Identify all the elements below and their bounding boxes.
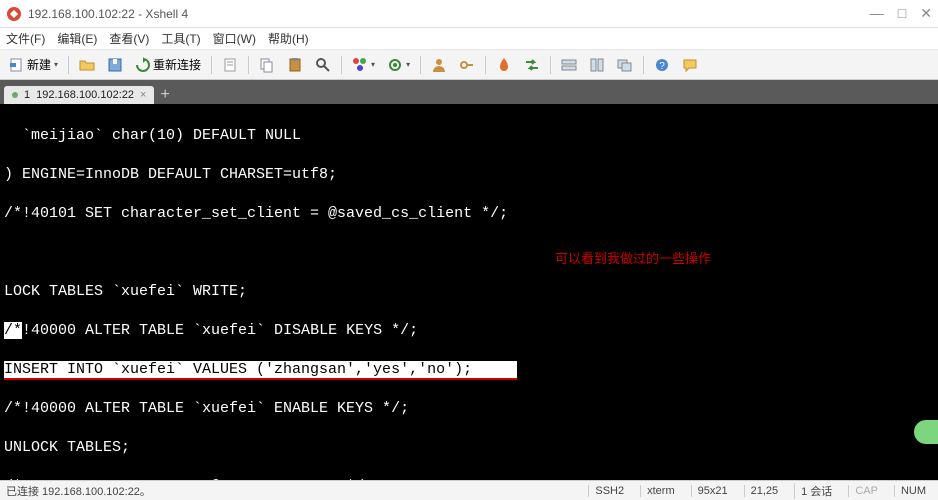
new-button[interactable]: 新建 ▾ [4, 53, 63, 76]
save-button[interactable] [102, 54, 128, 76]
terminal[interactable]: `meijiao` char(10) DEFAULT NULL ) ENGINE… [0, 104, 938, 480]
menu-edit[interactable]: 编辑(E) [57, 30, 97, 47]
search-icon [315, 57, 331, 73]
session-tab[interactable]: 1 192.168.100.102:22 × [4, 86, 154, 104]
overlay-annotation: 可以看到我做过的一些操作 [555, 251, 711, 268]
titlebar: 192.168.100.102:22 - Xshell 4 — □ ✕ [0, 0, 938, 28]
toolbar-separator [420, 56, 421, 74]
new-file-icon [9, 57, 25, 73]
transfer-icon [524, 57, 540, 73]
minimize-button[interactable]: — [870, 5, 884, 22]
color-button[interactable]: ▾ [347, 54, 380, 76]
copy-button[interactable] [254, 54, 280, 76]
font-button[interactable]: ▾ [382, 54, 415, 76]
reconnect-button-label: 重新连接 [153, 56, 201, 73]
xagent-button[interactable] [491, 54, 517, 76]
toolbar-separator [211, 56, 212, 74]
reconnect-icon [135, 57, 151, 73]
open-button[interactable] [74, 54, 100, 76]
toolbar-separator [68, 56, 69, 74]
status-protocol: SSH2 [588, 485, 630, 497]
toolbar-separator [550, 56, 551, 74]
status-cursor-pos: 21,25 [744, 485, 785, 497]
tile-h-button[interactable] [556, 54, 582, 76]
xftp-button[interactable] [519, 54, 545, 76]
cascade-icon [617, 57, 633, 73]
window-title: 192.168.100.102:22 - Xshell 4 [28, 7, 870, 21]
menu-help[interactable]: 帮助(H) [268, 30, 309, 47]
close-window-button[interactable]: ✕ [920, 5, 932, 22]
cascade-button[interactable] [612, 54, 638, 76]
user-icon [431, 57, 447, 73]
close-tab-icon[interactable]: × [140, 89, 146, 101]
chevron-down-icon: ▾ [54, 60, 58, 69]
terminal-line: LOCK TABLES `xuefei` WRITE; [4, 282, 934, 302]
svg-text:?: ? [659, 61, 665, 72]
folder-open-icon [79, 57, 95, 73]
chat-button[interactable] [677, 54, 703, 76]
toolbar-separator [485, 56, 486, 74]
find-button[interactable] [310, 54, 336, 76]
gear-icon [387, 57, 403, 73]
floating-badge[interactable] [914, 420, 938, 444]
status-sessions: 1 会话 [794, 483, 838, 499]
toolbar: 新建 ▾ 重新连接 ▾ ▾ ? [0, 50, 938, 80]
statusbar: 已连接 192.168.100.102:22。 SSH2 xterm 95x21… [0, 480, 938, 500]
maximize-button[interactable]: □ [898, 5, 906, 22]
add-tab-button[interactable]: + [154, 86, 175, 104]
terminal-line: `meijiao` char(10) DEFAULT NULL [4, 126, 934, 146]
chevron-down-icon: ▾ [406, 60, 410, 69]
user-button[interactable] [426, 54, 452, 76]
status-right: SSH2 xterm 95x21 21,25 1 会话 CAP NUM [588, 483, 932, 499]
menu-view[interactable]: 查看(V) [109, 30, 149, 47]
key-icon [459, 57, 475, 73]
tab-index: 1 [24, 89, 30, 101]
status-cap: CAP [848, 485, 884, 497]
menu-window[interactable]: 窗口(W) [213, 30, 256, 47]
menu-tools[interactable]: 工具(T) [161, 30, 200, 47]
app-icon [6, 6, 22, 22]
terminal-line: /*!40103 SET TIME_ZONE=@OLD_TIME_ZONE */… [4, 477, 934, 481]
tab-label: 192.168.100.102:22 [36, 89, 134, 101]
status-num: NUM [894, 485, 932, 497]
toolbar-separator [643, 56, 644, 74]
paste-button[interactable] [282, 54, 308, 76]
terminal-line: /*!40101 SET character_set_client = @sav… [4, 204, 934, 224]
menu-file[interactable]: 文件(F) [6, 30, 45, 47]
chat-icon [682, 57, 698, 73]
highlighted-insert-line: INSERT INTO `xuefei` VALUES ('zhangsan',… [4, 361, 517, 380]
terminal-line: INSERT INTO `xuefei` VALUES ('zhangsan',… [4, 360, 934, 380]
paste-icon [287, 57, 303, 73]
tile-h-icon [561, 57, 577, 73]
key-button[interactable] [454, 54, 480, 76]
terminal-line: ) ENGINE=InnoDB DEFAULT CHARSET=utf8; [4, 165, 934, 185]
flame-icon [496, 57, 512, 73]
chevron-down-icon: ▾ [371, 60, 375, 69]
properties-button[interactable] [217, 54, 243, 76]
toolbar-separator [248, 56, 249, 74]
help-button[interactable]: ? [649, 54, 675, 76]
doc-icon [222, 57, 238, 73]
reconnect-button[interactable]: 重新连接 [130, 53, 206, 76]
menubar: 文件(F) 编辑(E) 查看(V) 工具(T) 窗口(W) 帮助(H) [0, 28, 938, 50]
tabbar: 1 192.168.100.102:22 × + [0, 80, 938, 104]
status-term: xterm [640, 485, 681, 497]
toolbar-separator [341, 56, 342, 74]
status-size: 95x21 [691, 485, 734, 497]
tile-v-icon [589, 57, 605, 73]
tile-v-button[interactable] [584, 54, 610, 76]
connected-dot-icon [12, 92, 18, 98]
new-button-label: 新建 [27, 56, 51, 73]
disconnect-icon [107, 57, 123, 73]
terminal-line: UNLOCK TABLES; [4, 438, 934, 458]
status-connection: 已连接 192.168.100.102:22。 [6, 483, 588, 499]
window-controls: — □ ✕ [870, 5, 932, 22]
terminal-line: /*!40000 ALTER TABLE `xuefei` DISABLE KE… [4, 321, 934, 341]
help-icon: ? [654, 57, 670, 73]
copy-icon [259, 57, 275, 73]
highlighted-span: /* [4, 322, 22, 339]
palette-icon [352, 57, 368, 73]
terminal-line: /*!40000 ALTER TABLE `xuefei` ENABLE KEY… [4, 399, 934, 419]
